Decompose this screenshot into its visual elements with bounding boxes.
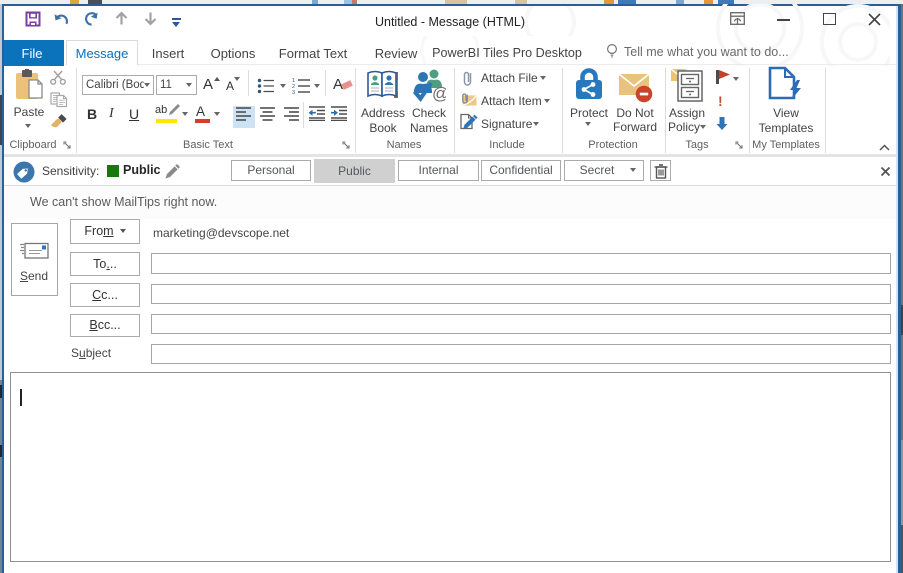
svg-text:@: @ [432, 84, 446, 102]
svg-text:3: 3 [292, 90, 295, 95]
